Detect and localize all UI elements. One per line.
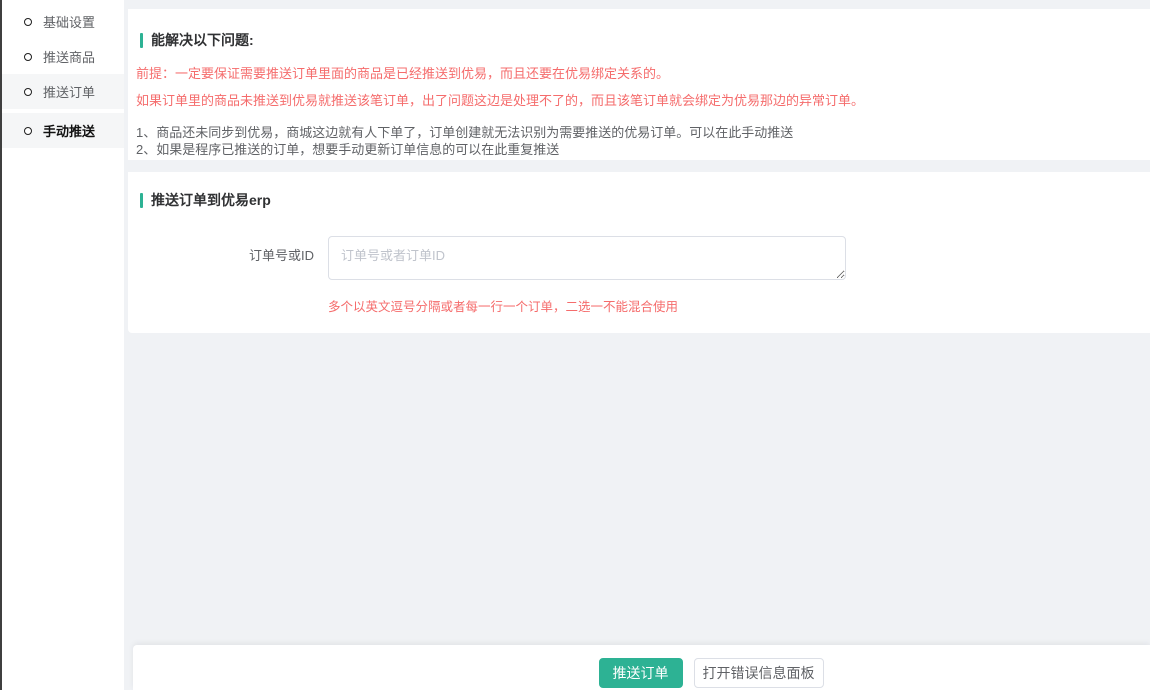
section-accent-bar bbox=[140, 193, 143, 208]
premise-warning-line-2: 如果订单里的商品未推送到优易就推送该笔订单，出了问题这边是处理不了的，而且该笔订… bbox=[136, 94, 1150, 108]
problems-title-text: 能解决以下问题: bbox=[151, 30, 254, 50]
order-id-label: 订单号或ID bbox=[136, 236, 314, 315]
radio-circle-icon bbox=[24, 88, 32, 96]
premise-warning-line-1: 前提：一定要保证需要推送订单里面的商品是已经推送到优易，而且还要在优易绑定关系的… bbox=[136, 67, 1150, 81]
push-order-panel: 推送订单到优易erp 订单号或ID 多个以英文逗号分隔或者每一行一个订单，二选一… bbox=[128, 172, 1150, 333]
open-error-panel-button[interactable]: 打开错误信息面板 bbox=[694, 658, 824, 688]
action-footer: 推送订单 打开错误信息面板 bbox=[133, 645, 1150, 690]
order-id-input[interactable] bbox=[328, 236, 846, 280]
sidebar-item-label: 推送订单 bbox=[43, 82, 95, 101]
push-order-button[interactable]: 推送订单 bbox=[599, 658, 683, 688]
settings-sidebar: 基础设置 推送商品 推送订单 手动推送 bbox=[2, 0, 124, 690]
push-title-text: 推送订单到优易erp bbox=[151, 190, 271, 210]
order-id-field: 多个以英文逗号分隔或者每一行一个订单，二选一不能混合使用 bbox=[328, 236, 846, 315]
sidebar-item-push-products[interactable]: 推送商品 bbox=[2, 39, 124, 74]
sidebar-item-label: 推送商品 bbox=[43, 47, 95, 66]
push-section-title: 推送订单到优易erp bbox=[136, 172, 1150, 210]
section-accent-bar bbox=[140, 33, 143, 48]
sidebar-item-push-orders[interactable]: 推送订单 bbox=[2, 74, 124, 109]
window-left-edge bbox=[0, 0, 2, 690]
radio-circle-icon bbox=[24, 18, 32, 26]
footer-button-group: 推送订单 打开错误信息面板 bbox=[599, 658, 824, 688]
sidebar-item-manual-push[interactable]: 手动推送 bbox=[2, 113, 124, 148]
problems-panel: 能解决以下问题: 前提：一定要保证需要推送订单里面的商品是已经推送到优易，而且还… bbox=[128, 9, 1150, 160]
sidebar-item-basic-settings[interactable]: 基础设置 bbox=[2, 4, 124, 39]
radio-circle-icon bbox=[24, 127, 32, 135]
problems-section-title: 能解决以下问题: bbox=[136, 9, 1150, 50]
sidebar-item-label: 手动推送 bbox=[43, 121, 95, 140]
radio-circle-icon bbox=[24, 53, 32, 61]
order-id-helper-text: 多个以英文逗号分隔或者每一行一个订单，二选一不能混合使用 bbox=[328, 296, 846, 315]
problem-note-2: 2、如果是程序已推送的订单，想要手动更新订单信息的可以在此重复推送 bbox=[136, 142, 1150, 157]
sidebar-item-label: 基础设置 bbox=[43, 12, 95, 31]
order-id-form-row: 订单号或ID 多个以英文逗号分隔或者每一行一个订单，二选一不能混合使用 bbox=[136, 236, 1150, 315]
problem-note-1: 1、商品还未同步到优易，商城这边就有人下单了，订单创建就无法识别为需要推送的优易… bbox=[136, 125, 1150, 140]
